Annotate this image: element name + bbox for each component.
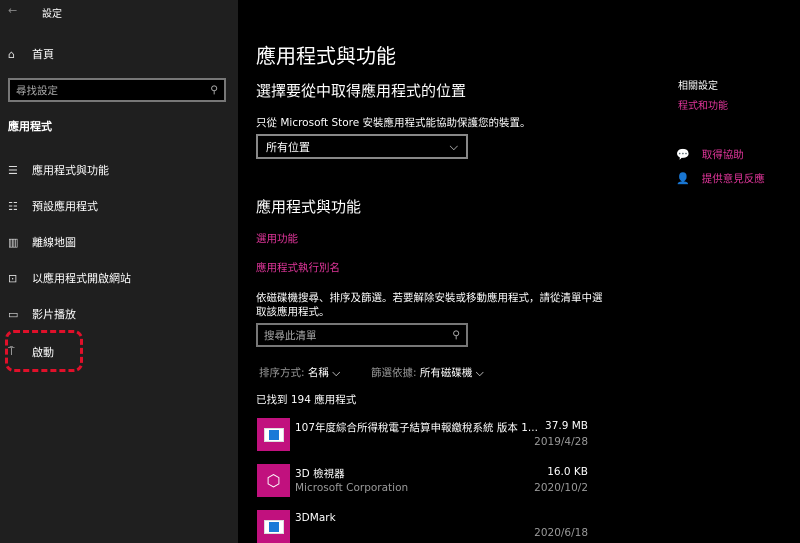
app-size: 16.0 KB (547, 466, 588, 478)
filter-dropdown[interactable]: 篩選依據: 所有磁碟機 ⌵ (371, 365, 484, 380)
app-date: 2019/4/28 (534, 436, 588, 448)
app-date: 2020/10/2 (534, 482, 588, 494)
location-dropdown[interactable]: 所有位置 ⌵ (256, 134, 468, 159)
get-help-link[interactable]: 💬 取得協助 (676, 147, 744, 162)
item-label: 影片播放 (32, 308, 76, 321)
map-icon: ▥ (8, 235, 19, 249)
window-app-icon (257, 418, 290, 451)
help-icon: 💬 (676, 148, 690, 161)
search-icon: ⚲ (452, 329, 460, 341)
app-date: 2020/6/18 (534, 527, 588, 539)
search-placeholder: 搜尋此清單 (264, 329, 317, 342)
home-icon: ⌂ (8, 47, 15, 61)
related-settings-heading: 相關設定 (678, 81, 718, 92)
sort-label: 排序方式: (259, 367, 305, 379)
page-title: 應用程式與功能 (256, 44, 396, 68)
list-search-input[interactable]: 搜尋此清單 ⚲ (256, 323, 468, 347)
feedback-link[interactable]: 👤 提供意見反應 (676, 171, 765, 186)
app-publisher: Microsoft Corporation (295, 482, 409, 494)
help-label: 取得協助 (701, 149, 744, 161)
feedback-label: 提供意見反應 (701, 173, 765, 185)
item-label: 離線地圖 (32, 236, 76, 249)
list-icon: ☰ (8, 163, 18, 177)
window-app-icon (257, 510, 290, 543)
home-label: 首頁 (32, 48, 54, 61)
cube-icon: ⬡ (257, 464, 290, 497)
app-name: 3D 檢視器 (295, 468, 345, 480)
location-description: 只從 Microsoft Store 安裝應用程式能協助保護您的裝置。 (256, 117, 531, 129)
location-heading: 選擇要從中取得應用程式的位置 (256, 82, 467, 100)
settings-search-input[interactable]: 尋找設定 ⚲ (8, 78, 226, 102)
sidebar: ← 設定 ⌂ 首頁 尋找設定 ⚲ 應用程式 ☰ 應用程式與功能 ☷ 預設應用程式 ▥ 離線… (0, 0, 238, 543)
chevron-down-icon: ⌵ (475, 367, 484, 379)
dropdown-value: 所有位置 (266, 140, 310, 154)
found-count: 已找到 194 應用程式 (256, 394, 357, 406)
filter-value: 所有磁碟機 (419, 367, 473, 379)
sidebar-item-offline-maps[interactable]: ▥ 離線地圖 (8, 234, 76, 250)
filter-label: 篩選依據: (371, 367, 417, 379)
search-placeholder: 尋找設定 (16, 84, 58, 97)
window-title: 設定 (42, 9, 62, 20)
item-label: 以應用程式開啟網站 (32, 272, 131, 285)
video-icon: ▭ (8, 307, 19, 321)
sort-dropdown[interactable]: 排序方式: 名稱 ⌵ (259, 365, 340, 380)
chevron-down-icon: ⌵ (332, 367, 341, 379)
filter-description: 依磁碟機搜尋、排序及篩選。若要解除安裝或移動應用程式，請從清單中選取該應用程式。 (256, 292, 603, 318)
programs-features-link[interactable]: 程式和功能 (678, 97, 728, 112)
feedback-icon: 👤 (676, 172, 690, 185)
sidebar-item-open-websites[interactable]: ⊡ 以應用程式開啟網站 (8, 270, 131, 286)
app-name: 107年度綜合所得稅電子結算申報繳稅系統 版本 1... (295, 422, 538, 434)
apps-heading: 應用程式與功能 (256, 198, 362, 216)
sidebar-item-apps-features[interactable]: ☰ 應用程式與功能 (8, 162, 109, 178)
sidebar-item-video-playback[interactable]: ▭ 影片播放 (8, 306, 76, 322)
item-label: 應用程式與功能 (32, 164, 109, 177)
app-size: 37.9 MB (545, 420, 588, 432)
app-name: 3DMark (295, 512, 336, 524)
highlight-annotation (5, 330, 83, 372)
item-label: 預設應用程式 (32, 200, 98, 213)
optional-features-link[interactable]: 選用功能 (256, 231, 298, 246)
app-execution-alias-link[interactable]: 應用程式執行別名 (256, 260, 340, 275)
chevron-down-icon: ⌵ (449, 139, 458, 153)
section-heading: 應用程式 (8, 120, 52, 133)
open-website-icon: ⊡ (8, 271, 18, 285)
search-icon: ⚲ (210, 84, 218, 96)
sidebar-item-home[interactable]: ⌂ 首頁 (8, 46, 54, 62)
default-apps-icon: ☷ (8, 199, 18, 213)
sort-value: 名稱 (307, 367, 329, 379)
sidebar-item-default-apps[interactable]: ☷ 預設應用程式 (8, 198, 98, 214)
back-arrow-icon[interactable]: ← (8, 4, 17, 17)
